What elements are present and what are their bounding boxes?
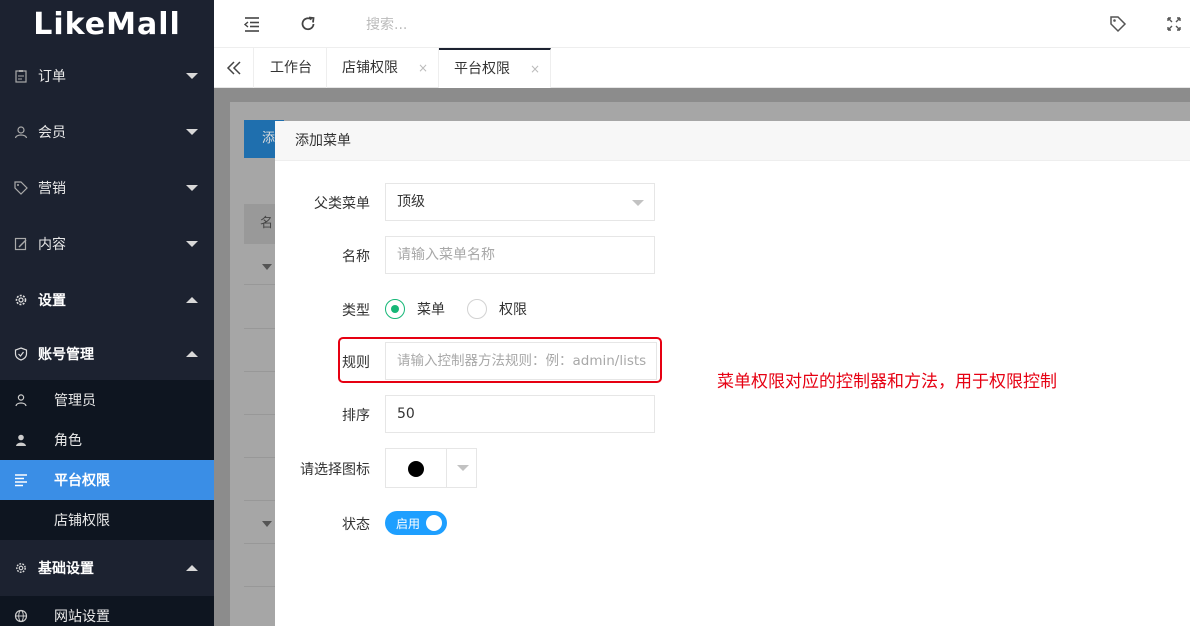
highlight-box — [338, 337, 662, 383]
tabs-scroll-left-button[interactable] — [214, 48, 254, 88]
chevron-up-icon — [186, 351, 198, 357]
sidebar-item-label: 账号管理 — [38, 347, 94, 363]
annotation-text: 菜单权限对应的控制器和方法，用于权限控制 — [717, 372, 1057, 392]
sidebar-item-basic-settings[interactable]: 基础设置 — [0, 540, 214, 596]
person-outline-icon — [15, 394, 27, 407]
sidebar: LikeMall 订单 会员 营销 内容 设置 账号管理 管理员 角色 平台权限… — [0, 0, 214, 626]
clipboard-icon — [15, 70, 27, 83]
sidebar-item-label: 营销 — [38, 181, 66, 197]
sidebar-item-site-settings[interactable]: 网站设置 — [0, 596, 214, 626]
gear-icon — [15, 294, 27, 306]
top-header: 搜索... — [214, 0, 1190, 48]
sidebar-item-content[interactable]: 内容 — [0, 216, 214, 272]
sidebar-item-marketing[interactable]: 营销 — [0, 160, 214, 216]
tab-shop-permissions[interactable]: 店铺权限 × — [327, 48, 439, 88]
chevron-down-icon — [186, 73, 198, 79]
status-toggle[interactable]: 启用 — [385, 511, 447, 535]
sidebar-item-members[interactable]: 会员 — [0, 104, 214, 160]
expand-icon[interactable] — [262, 521, 272, 527]
settings-group: 账号管理 管理员 角色 平台权限 店铺权限 基础设置 网站设置 — [0, 328, 214, 626]
sidebar-item-label: 管理员 — [54, 393, 96, 409]
fullscreen-icon[interactable] — [1164, 14, 1184, 34]
sidebar-item-label: 订单 — [38, 69, 66, 85]
dialog-title: 添加菜单 — [275, 121, 1190, 161]
chevron-down-icon — [632, 200, 644, 206]
tag-icon — [14, 181, 28, 195]
tab-workbench[interactable]: 工作台 — [255, 48, 327, 88]
sidebar-item-roles[interactable]: 角色 — [0, 420, 214, 460]
type-radio-permission[interactable]: 权限 — [467, 299, 527, 319]
field-label: 父类菜单 — [314, 196, 370, 212]
chevron-down-icon — [457, 465, 469, 471]
field-label: 请选择图标 — [300, 462, 370, 478]
chevron-up-icon — [186, 297, 198, 303]
person-filled-icon — [16, 434, 26, 446]
chevron-down-icon — [186, 185, 198, 191]
circle-icon — [408, 461, 424, 477]
globe-icon — [14, 609, 28, 623]
field-label: 排序 — [342, 408, 370, 424]
parent-menu-select[interactable]: 顶级 — [385, 183, 655, 221]
type-radio-menu[interactable]: 菜单 — [385, 299, 445, 319]
gear-small-icon — [16, 563, 26, 573]
search-input[interactable]: 搜索... — [366, 14, 407, 34]
logo[interactable]: LikeMall — [0, 0, 214, 48]
sidebar-item-label: 网站设置 — [54, 609, 110, 625]
icon-picker[interactable] — [385, 448, 477, 488]
sidebar-item-label: 会员 — [38, 125, 66, 141]
user-icon — [14, 126, 28, 139]
radio-checked-icon — [385, 299, 405, 319]
chevron-up-icon — [186, 565, 198, 571]
tab-platform-permissions[interactable]: 平台权限 × — [439, 48, 551, 88]
field-label: 状态 — [342, 517, 370, 533]
tag-icon[interactable] — [1108, 14, 1128, 34]
menu-name-input[interactable]: 请输入菜单名称 — [385, 236, 655, 274]
tab-bar: 工作台 店铺权限 × 平台权限 × — [214, 48, 1190, 88]
sidebar-item-platform-permissions[interactable]: 平台权限 — [0, 460, 214, 500]
sidebar-item-orders[interactable]: 订单 — [0, 48, 214, 104]
collapse-menu-icon[interactable] — [242, 14, 262, 34]
sidebar-item-account[interactable]: 账号管理 — [0, 328, 214, 380]
close-icon[interactable]: × — [530, 50, 540, 88]
sidebar-item-label: 平台权限 — [54, 473, 110, 489]
list-lines-icon — [15, 474, 27, 487]
refresh-icon[interactable] — [298, 14, 318, 34]
field-label: 类型 — [342, 303, 370, 319]
double-chevron-left-icon — [226, 61, 241, 75]
sidebar-item-admins[interactable]: 管理员 — [0, 380, 214, 420]
sidebar-item-shop-permissions[interactable]: 店铺权限 — [0, 500, 214, 540]
expand-icon[interactable] — [262, 264, 272, 270]
sidebar-item-settings[interactable]: 设置 — [0, 272, 214, 328]
radio-unchecked-icon — [467, 299, 487, 319]
sidebar-item-label: 角色 — [54, 433, 82, 449]
field-label: 名称 — [342, 249, 370, 265]
sidebar-item-label: 基础设置 — [38, 561, 94, 577]
sort-input[interactable]: 50 — [385, 395, 655, 433]
sidebar-item-label: 店铺权限 — [54, 513, 110, 529]
sidebar-item-label: 内容 — [38, 237, 66, 253]
edit-doc-icon — [14, 237, 27, 251]
toggle-knob — [426, 515, 442, 531]
chevron-down-icon — [186, 241, 198, 247]
chevron-down-icon — [186, 129, 198, 135]
shield-icon — [14, 347, 28, 361]
close-icon[interactable]: × — [418, 48, 428, 88]
sidebar-item-label: 设置 — [38, 293, 66, 309]
divider — [446, 449, 447, 487]
